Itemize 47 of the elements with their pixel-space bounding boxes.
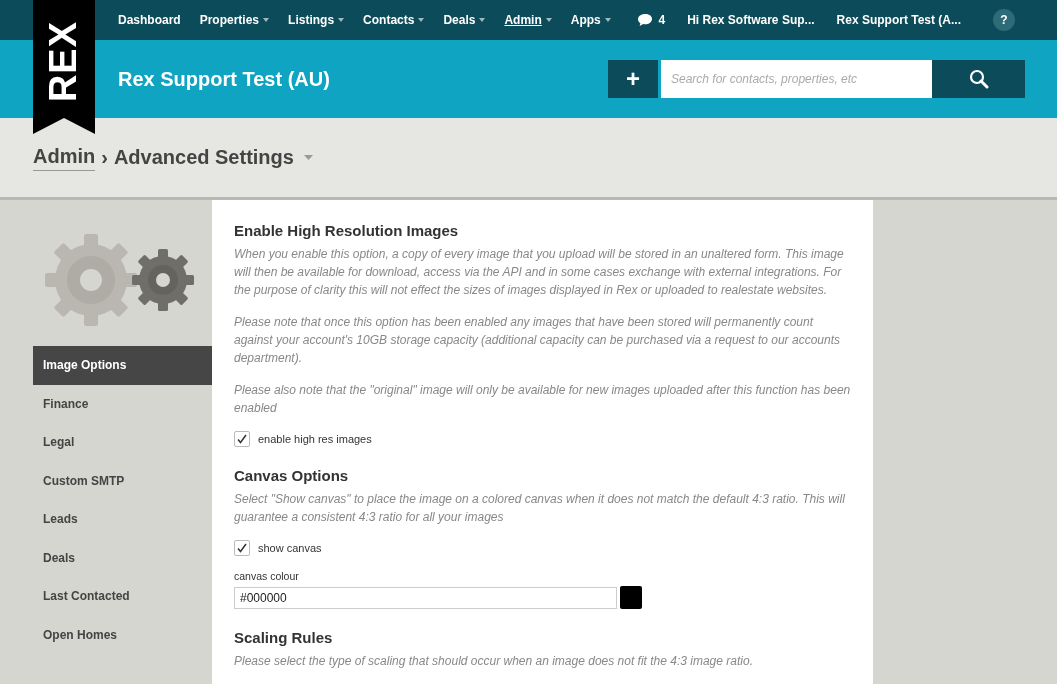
logo-ribbon[interactable]: REX: [33, 0, 95, 134]
nav-link[interactable]: Dashboard: [118, 13, 181, 27]
sidebar-item[interactable]: Image Options: [33, 346, 212, 385]
nav-link[interactable]: Listings: [288, 13, 345, 27]
nav-link[interactable]: Apps: [570, 13, 611, 27]
checkbox[interactable]: [234, 431, 250, 447]
sidebar-item[interactable]: Legal: [33, 423, 212, 462]
help-text: When you enable this option, a copy of every image that you upload will be stored in an unaltered form. This image will then be available for download, access via the API and in some cases exchange with external integrations. For the purpose of clarity this will not effect the sizes of images displayed in Rex or uploaded to realestate websites.: [234, 246, 845, 299]
add-button[interactable]: +: [608, 60, 658, 98]
sidebar-item[interactable]: Finance: [33, 384, 212, 423]
page-title[interactable]: Advanced Settings: [113, 146, 294, 169]
chat-bubble-icon[interactable]: [636, 13, 653, 27]
search-field[interactable]: Search for contacts, properties, etc: [661, 60, 932, 98]
color-input-field[interactable]: #000000: [234, 586, 617, 609]
checkbox-label: show canvas: [258, 542, 322, 554]
sidebar-item[interactable]: Last Contacted: [33, 577, 212, 616]
section-heading: Enable High Resolution Images: [234, 222, 460, 239]
checkbox-label: enable high res images: [258, 433, 372, 445]
user-menu-link[interactable]: Hi Rex Software Sup...: [687, 13, 815, 27]
gears-icon: [45, 234, 197, 326]
account-menu-link[interactable]: Rex Support Test (A...: [836, 13, 961, 27]
search-button[interactable]: [932, 60, 1025, 98]
help-text: Please also note that the "original" image will only be available for new images uploaded after this function has been enabled: [234, 382, 851, 417]
sidebar-item[interactable]: Open Homes: [33, 615, 212, 654]
checkmark-icon: [237, 434, 247, 444]
checkmark-icon: [237, 543, 247, 553]
help-text: Select "Show canvas" to place the image on a colored canvas when it does not match the default 4:3 ratio. This will guarantee a consistent 4:3 ratio for all your images: [234, 491, 846, 526]
nav-link[interactable]: Deals: [443, 13, 486, 27]
color-swatch[interactable]: [620, 586, 642, 609]
checkbox[interactable]: [234, 540, 250, 556]
field-label: canvas colour: [234, 570, 300, 582]
account-title: Rex Support Test (AU): [118, 67, 330, 91]
sidebar-item[interactable]: Leads: [33, 500, 212, 539]
message-count: 4: [658, 13, 666, 27]
nav-link[interactable]: Admin: [504, 13, 552, 27]
help-button[interactable]: ?: [993, 9, 1015, 31]
help-text: Please select the type of scaling that should occur when an image does not fit the 4:3 image ratio.: [234, 653, 754, 670]
help-text: Please note that once this option has been enabled any images that have been stored will permanently count against your account's 10GB storage capacity (additional capacity can be purchased via a request to our accounts department).: [234, 314, 841, 367]
nav-link[interactable]: Properties: [199, 13, 270, 27]
search-icon: [968, 69, 989, 89]
section-heading: Scaling Rules: [234, 629, 334, 646]
nav-link[interactable]: Contacts: [363, 13, 425, 27]
sidebar-item[interactable]: Deals: [33, 538, 212, 577]
section-heading: Canvas Options: [234, 467, 350, 484]
breadcrumb-separator: ›: [101, 146, 108, 169]
sidebar-item[interactable]: Custom SMTP: [33, 461, 212, 500]
breadcrumb-link[interactable]: Admin: [33, 144, 96, 171]
